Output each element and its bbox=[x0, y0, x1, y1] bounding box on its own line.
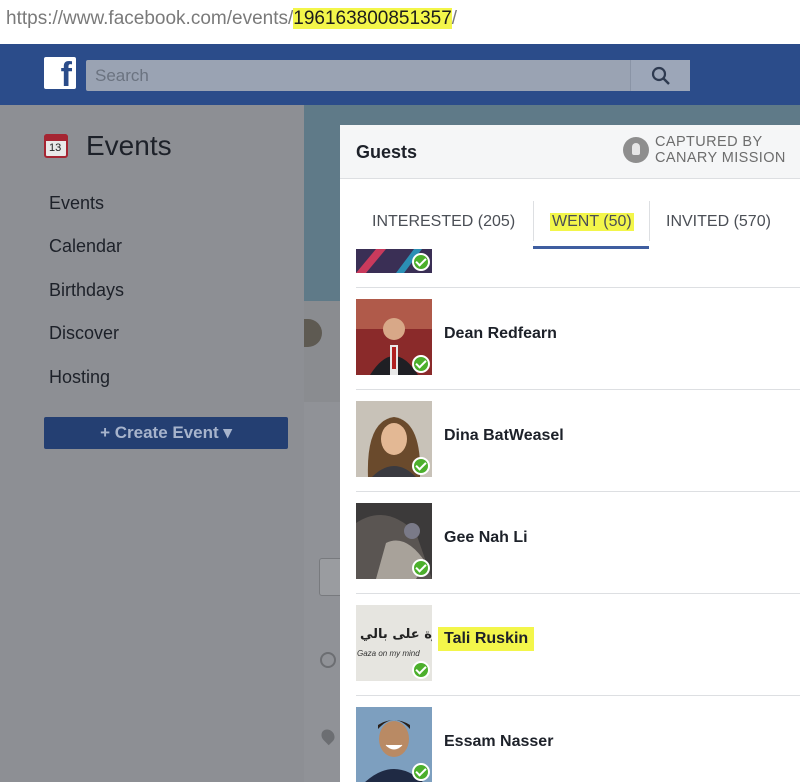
tab-invited[interactable]: INVITED (570) bbox=[666, 213, 771, 231]
sidebar-item-calendar[interactable]: Calendar bbox=[49, 236, 122, 257]
search-icon bbox=[651, 66, 670, 85]
dialog-header: Guests CAPTURED BY CANARY MISSION bbox=[340, 125, 800, 179]
canary-mission-watermark: CAPTURED BY CANARY MISSION bbox=[623, 134, 786, 166]
events-sidebar: 13 Events Events Calendar Birthdays Disc… bbox=[0, 105, 304, 782]
url-prefix: https://www.facebook.com/ bbox=[6, 8, 232, 29]
avatar[interactable] bbox=[356, 299, 432, 375]
avatar-arabic-text: غزة على بالي bbox=[360, 627, 432, 642]
avatar[interactable] bbox=[356, 401, 432, 477]
location-pin-icon bbox=[318, 726, 338, 746]
search-button[interactable] bbox=[630, 60, 690, 91]
sidebar-item-hosting[interactable]: Hosting bbox=[49, 367, 110, 388]
guest-name[interactable]: Gee Nah Li bbox=[444, 529, 528, 547]
sidebar-item-discover[interactable]: Discover bbox=[49, 323, 119, 344]
url-event-id: 196163800851357 bbox=[293, 8, 452, 29]
avatar-english-text: Gaza on my mind bbox=[357, 649, 420, 658]
calendar-icon: 13 bbox=[44, 134, 68, 158]
avatar[interactable]: غزة على بالي Gaza on my mind bbox=[356, 605, 432, 681]
tab-went[interactable]: WENT (50) bbox=[550, 213, 634, 231]
guest-name[interactable]: Dina BatWeasel bbox=[444, 427, 564, 445]
sidebar-item-events[interactable]: Events bbox=[49, 193, 104, 214]
tab-divider bbox=[533, 201, 534, 241]
list-item: Dina BatWeasel bbox=[356, 389, 800, 491]
canary-mission-logo-icon bbox=[623, 137, 649, 163]
went-check-icon bbox=[412, 661, 430, 679]
events-title: Events bbox=[86, 130, 172, 161]
list-item: Dean Redfearn bbox=[356, 287, 800, 389]
guest-list[interactable]: Dean Redfearn Dina BatWeasel Gee Nah Li … bbox=[340, 249, 800, 782]
url-text: https://www.facebook.com/events/19616380… bbox=[6, 8, 457, 30]
watermark-line-1: CAPTURED BY bbox=[655, 134, 763, 150]
facebook-top-bar: f Search bbox=[0, 44, 800, 105]
guest-name[interactable]: Essam Nasser bbox=[444, 733, 553, 751]
create-event-button[interactable]: + Create Event ▾ bbox=[44, 417, 288, 449]
tab-interested[interactable]: INTERESTED (205) bbox=[372, 213, 515, 231]
went-check-icon bbox=[412, 763, 430, 781]
dialog-title: Guests bbox=[356, 142, 418, 162]
list-item: Gee Nah Li bbox=[356, 491, 800, 593]
list-item: غزة على بالي Gaza on my mind Tali Ruskin bbox=[356, 593, 800, 695]
avatar[interactable] bbox=[356, 707, 432, 782]
went-check-icon bbox=[412, 253, 430, 271]
facebook-logo-icon[interactable]: f bbox=[44, 56, 76, 94]
went-check-icon bbox=[412, 457, 430, 475]
guest-name-highlighted[interactable]: Tali Ruskin bbox=[438, 627, 535, 651]
guest-name[interactable]: Dean Redfearn bbox=[444, 325, 557, 343]
url-suffix: / bbox=[451, 8, 458, 29]
watermark-line-2: CANARY MISSION bbox=[655, 150, 786, 166]
events-header: 13 Events bbox=[44, 130, 172, 161]
list-item: Essam Nasser bbox=[356, 695, 800, 782]
sidebar-item-birthdays[interactable]: Birthdays bbox=[49, 280, 124, 301]
went-check-icon bbox=[412, 559, 430, 577]
guests-dialog: Guests CAPTURED BY CANARY MISSION INTERE… bbox=[340, 125, 800, 782]
went-check-icon bbox=[412, 355, 430, 373]
browser-url-bar[interactable]: https://www.facebook.com/events/19616380… bbox=[0, 0, 800, 44]
guest-tabs: INTERESTED (205) WENT (50) INVITED (570) bbox=[340, 197, 800, 249]
clock-icon bbox=[320, 652, 336, 668]
host-avatar bbox=[304, 319, 322, 347]
avatar[interactable] bbox=[356, 249, 432, 273]
avatar[interactable] bbox=[356, 503, 432, 579]
search-placeholder: Search bbox=[95, 66, 149, 85]
tab-divider bbox=[649, 201, 650, 241]
url-path: events/ bbox=[232, 8, 294, 29]
search-input[interactable]: Search bbox=[86, 60, 690, 91]
